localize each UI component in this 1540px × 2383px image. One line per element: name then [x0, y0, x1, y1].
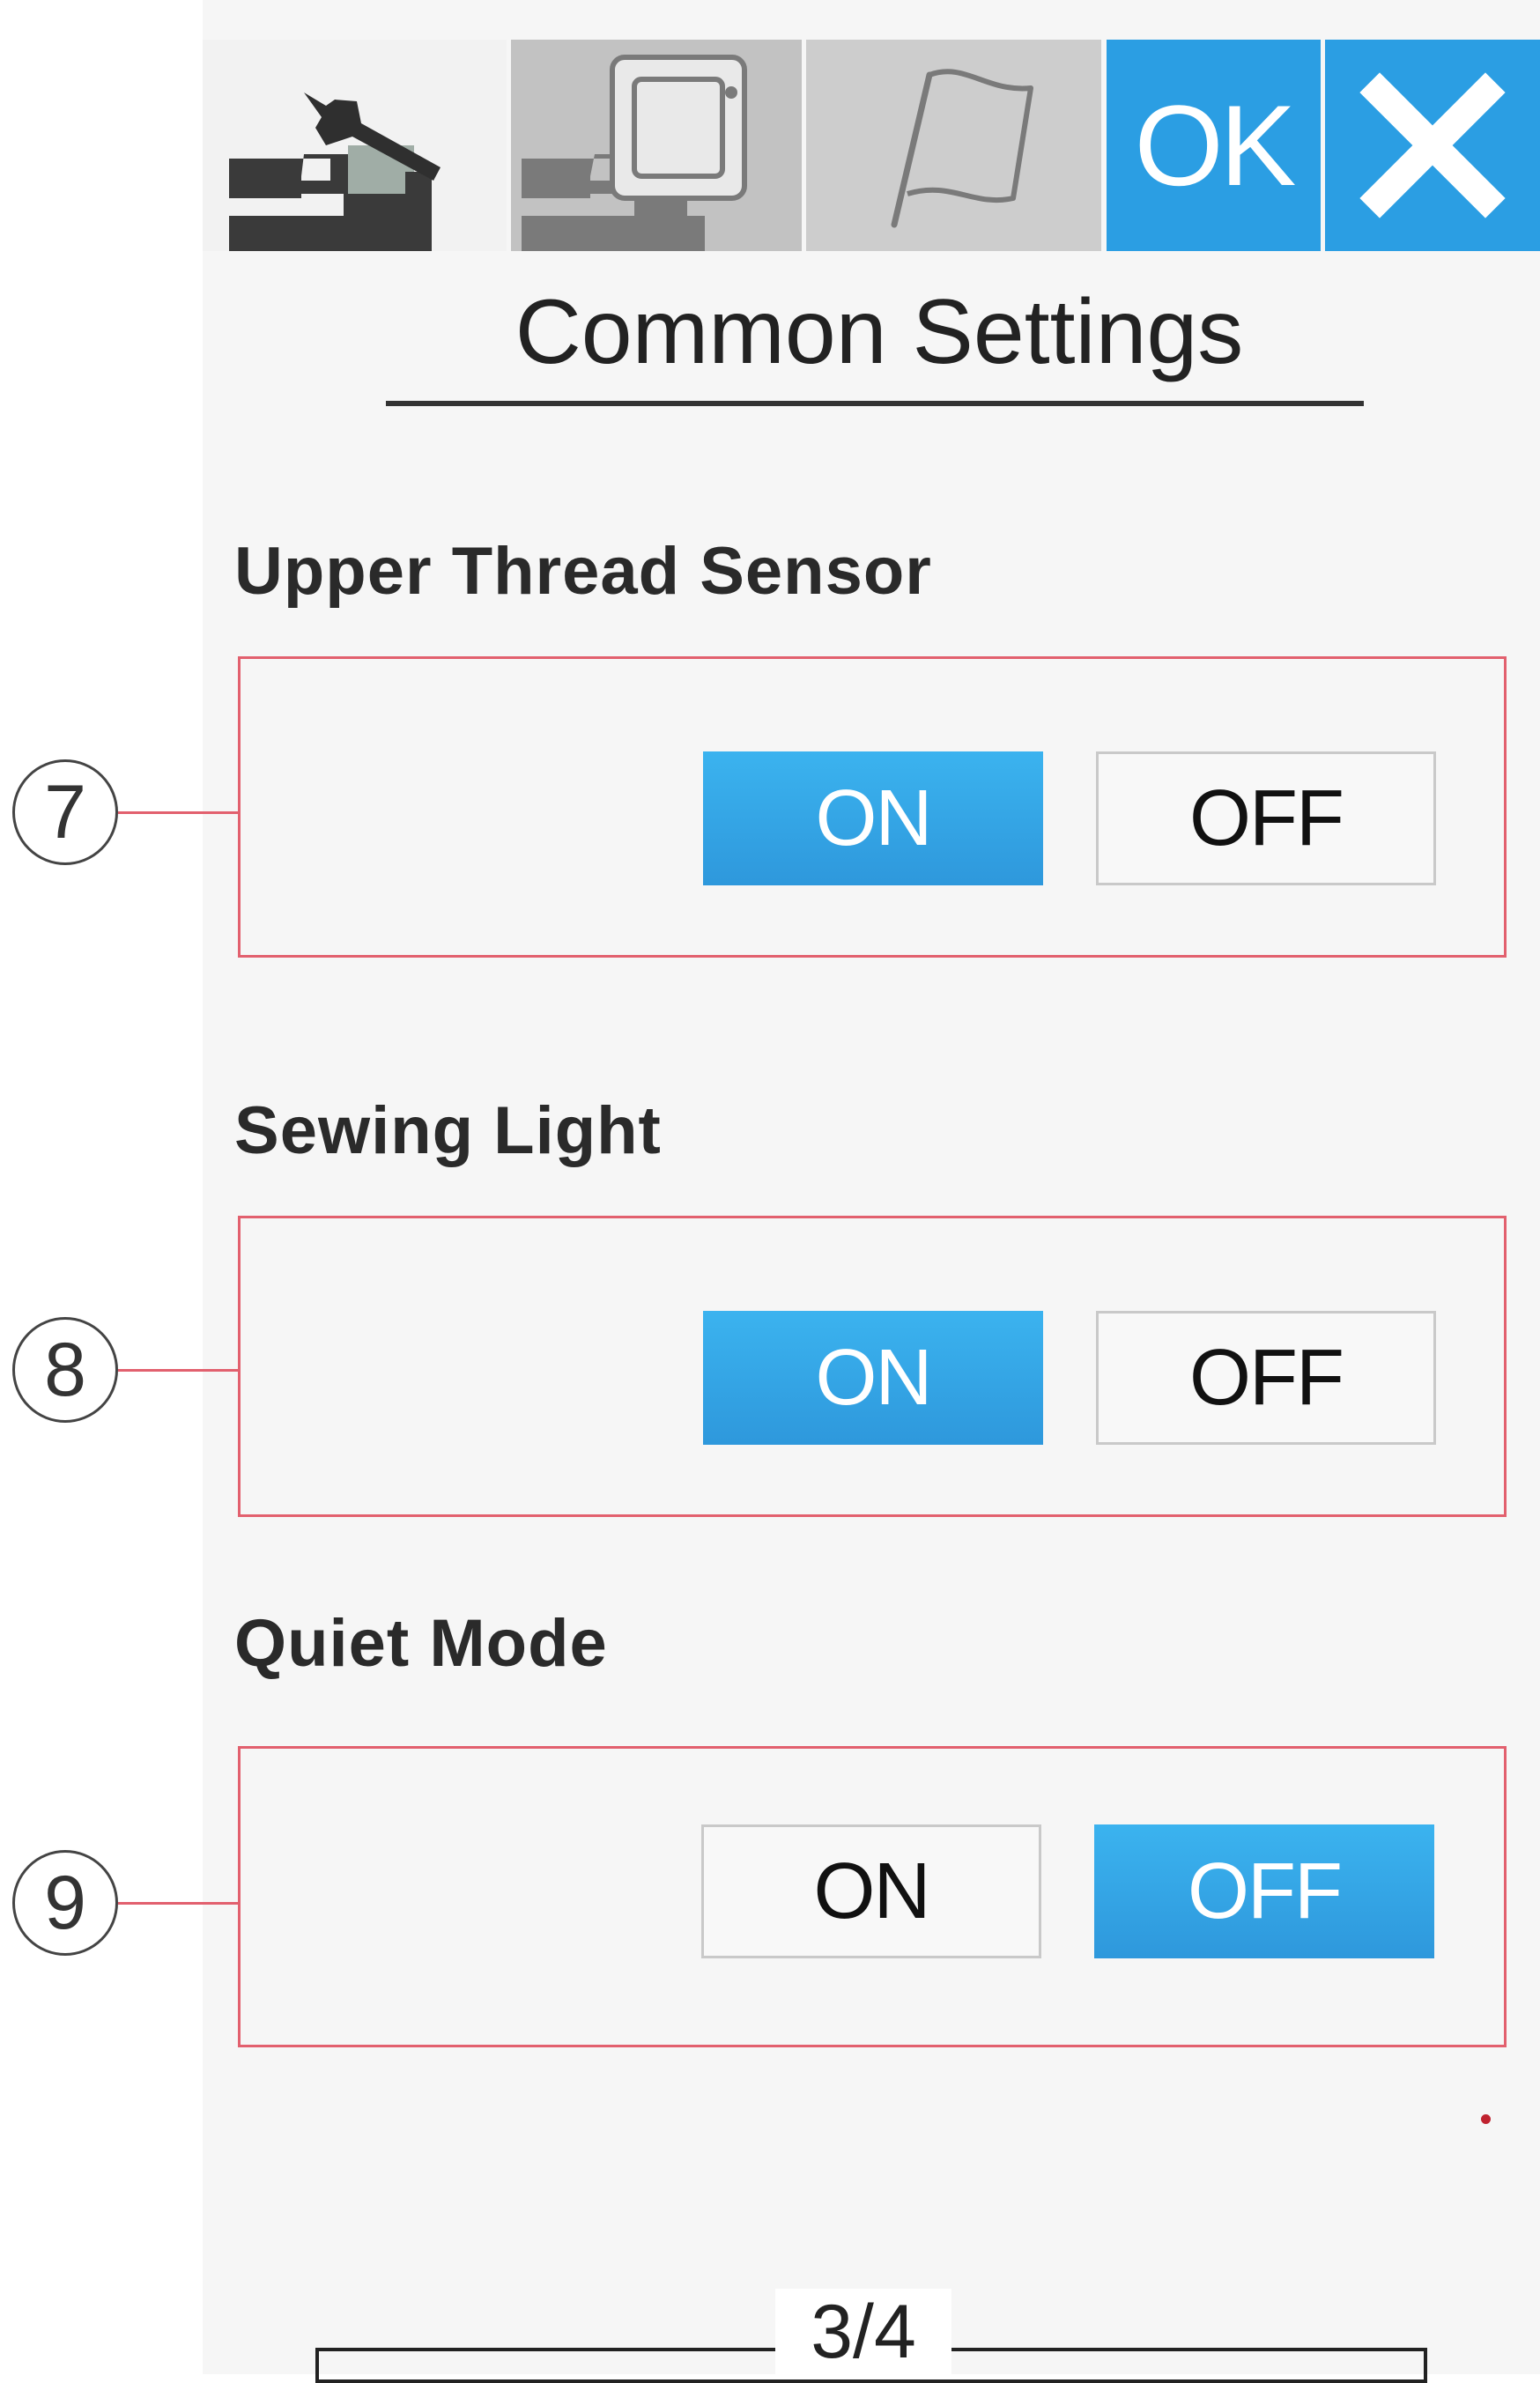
upper-thread-sensor-group: ON OFF	[238, 656, 1507, 958]
ok-button-label: OK	[1134, 81, 1297, 210]
tab-language[interactable]	[806, 40, 1101, 251]
callout-8-leader	[118, 1369, 240, 1372]
callout-9: 9	[12, 1850, 118, 1956]
callout-8: 8	[12, 1317, 118, 1423]
quiet-mode-label: Quiet Mode	[234, 1606, 608, 1681]
sewing-light-on-button[interactable]: ON	[703, 1311, 1043, 1445]
quiet-mode-on-button[interactable]: ON	[701, 1824, 1041, 1958]
callout-7-leader	[118, 811, 240, 814]
close-button[interactable]	[1325, 40, 1540, 251]
sewing-machine-hoop-icon	[522, 55, 747, 251]
callout-7: 7	[12, 759, 118, 865]
tab-embroidery-settings[interactable]	[511, 40, 802, 251]
sewing-light-group: ON OFF	[238, 1216, 1507, 1517]
sewing-machine-wrench-icon	[229, 93, 441, 251]
quiet-mode-off-button[interactable]: OFF	[1094, 1824, 1434, 1958]
page-indicator: 3/4	[775, 2289, 951, 2376]
title-divider	[386, 401, 1364, 406]
marker-dot	[1481, 2114, 1491, 2124]
sewing-light-off-button[interactable]: OFF	[1096, 1311, 1436, 1445]
ok-button[interactable]: OK	[1107, 40, 1321, 251]
upper-thread-sensor-on-button[interactable]: ON	[703, 751, 1043, 885]
close-icon	[1359, 72, 1506, 218]
upper-thread-sensor-label: Upper Thread Sensor	[234, 534, 932, 609]
callout-9-leader	[118, 1902, 240, 1905]
page-title: Common Settings	[515, 281, 1244, 383]
quiet-mode-group: ON OFF	[238, 1746, 1507, 2047]
tab-common-settings[interactable]	[203, 40, 507, 251]
sewing-light-label: Sewing Light	[234, 1093, 662, 1168]
flag-icon	[891, 69, 1033, 228]
upper-thread-sensor-off-button[interactable]: OFF	[1096, 751, 1436, 885]
